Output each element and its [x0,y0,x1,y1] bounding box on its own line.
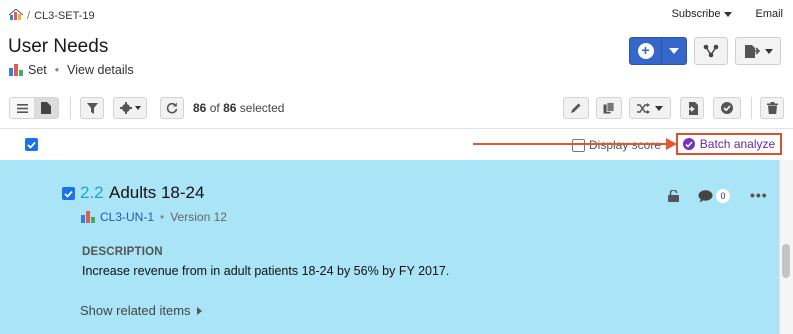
chevron-down-icon [669,48,679,54]
show-related-label: Show related items [80,303,191,318]
batch-analyze-label: Batch analyze [699,137,776,151]
move-dropdown[interactable] [629,97,671,119]
toolbar-divider-line [0,128,793,129]
page-subtitle: Set • View details [9,63,134,77]
comment-icon [698,189,713,202]
export-icon [744,44,760,58]
filter-button[interactable] [80,97,104,119]
header-actions: Subscribe Email [672,8,783,20]
toolbar-divider [70,97,71,119]
lock-icon [668,189,679,202]
description-label: DESCRIPTION [82,246,163,258]
edit-button[interactable] [563,97,589,119]
selected-label: selected [239,101,285,115]
set-icon [9,64,23,76]
add-dropdown-toggle[interactable] [662,38,686,64]
copy-button[interactable] [596,97,622,119]
item-number: 2.2 [80,183,104,202]
scrollbar-thumb[interactable] [782,244,790,278]
checkmark-icon [64,190,73,198]
description-text: Increase revenue from in adult patients … [82,264,450,278]
breadcrumb: / CL3-SET-19 [8,7,95,24]
comment-count: 0 [716,189,730,203]
document-view-icon [41,102,51,114]
trash-icon [766,102,778,114]
subscribe-dropdown[interactable]: Subscribe [672,8,733,20]
add-item-button[interactable]: + [629,37,687,65]
set-icon [81,211,95,223]
filter-icon [86,102,98,114]
breadcrumb-separator: / [27,10,31,22]
separator-dot: • [160,210,165,224]
type-label: Set [28,63,47,77]
home-icon[interactable] [8,7,24,24]
item-checkbox[interactable] [62,187,75,200]
total-count: 86 [223,101,237,115]
approve-button[interactable] [713,97,741,119]
selected-count: 86 [193,101,207,115]
batch-analyze-icon [682,138,695,150]
edit-icon [571,103,581,113]
subscribe-label: Subscribe [671,8,721,20]
relations-button[interactable] [694,37,728,65]
page-title: User Needs [8,36,109,57]
refresh-icon [166,102,178,114]
delete-button[interactable] [760,97,784,119]
refresh-button[interactable] [160,97,184,119]
toolbar-divider [751,97,752,119]
item-id-link[interactable]: CL3-UN-1 [100,210,154,224]
separator-dot: • [54,63,60,77]
email-link[interactable]: Email [755,8,783,20]
item-version[interactable]: Version 12 [170,210,227,224]
item-meta: CL3-UN-1 • Version 12 [81,210,227,224]
import-button[interactable] [680,97,704,119]
show-related-items-toggle[interactable]: Show related items [80,303,202,318]
breadcrumb-item[interactable]: CL3-SET-19 [34,10,95,22]
chevron-down-icon [724,11,733,17]
gear-icon [119,102,132,114]
import-icon [686,101,698,115]
lock-button[interactable] [668,189,679,207]
export-button[interactable] [735,37,781,65]
annotation-arrow [473,143,673,145]
select-all-checkbox[interactable] [25,138,38,151]
chevron-right-icon [196,306,202,315]
item-title[interactable]: Adults 18-24 [109,183,204,203]
display-score-label: Display score [589,138,662,152]
batch-analyze-button[interactable]: Batch analyze [676,133,782,155]
settings-dropdown[interactable] [113,97,147,119]
plus-icon: + [637,43,654,59]
chevron-down-icon [764,48,773,54]
more-icon[interactable]: ••• [750,187,768,203]
list-view-icon [16,103,28,113]
checkmark-icon [27,141,36,149]
chevron-down-icon [655,105,663,111]
display-score-checkbox[interactable] [572,138,585,152]
list-view-button[interactable] [10,98,34,118]
selection-count: 86 of 86 selected [193,101,284,115]
view-details-link[interactable]: View details [67,63,133,77]
comment-button[interactable]: 0 [698,189,730,203]
display-score-toggle[interactable]: Display score [572,138,661,152]
view-toggle [9,97,59,119]
approve-icon [721,102,733,114]
chevron-down-icon [134,106,141,110]
document-view-button[interactable] [34,98,58,118]
shuffle-icon [637,102,650,114]
of-label: of [209,101,220,115]
relations-icon [703,44,719,58]
plus-button[interactable]: + [630,38,662,64]
copy-icon [603,102,615,114]
